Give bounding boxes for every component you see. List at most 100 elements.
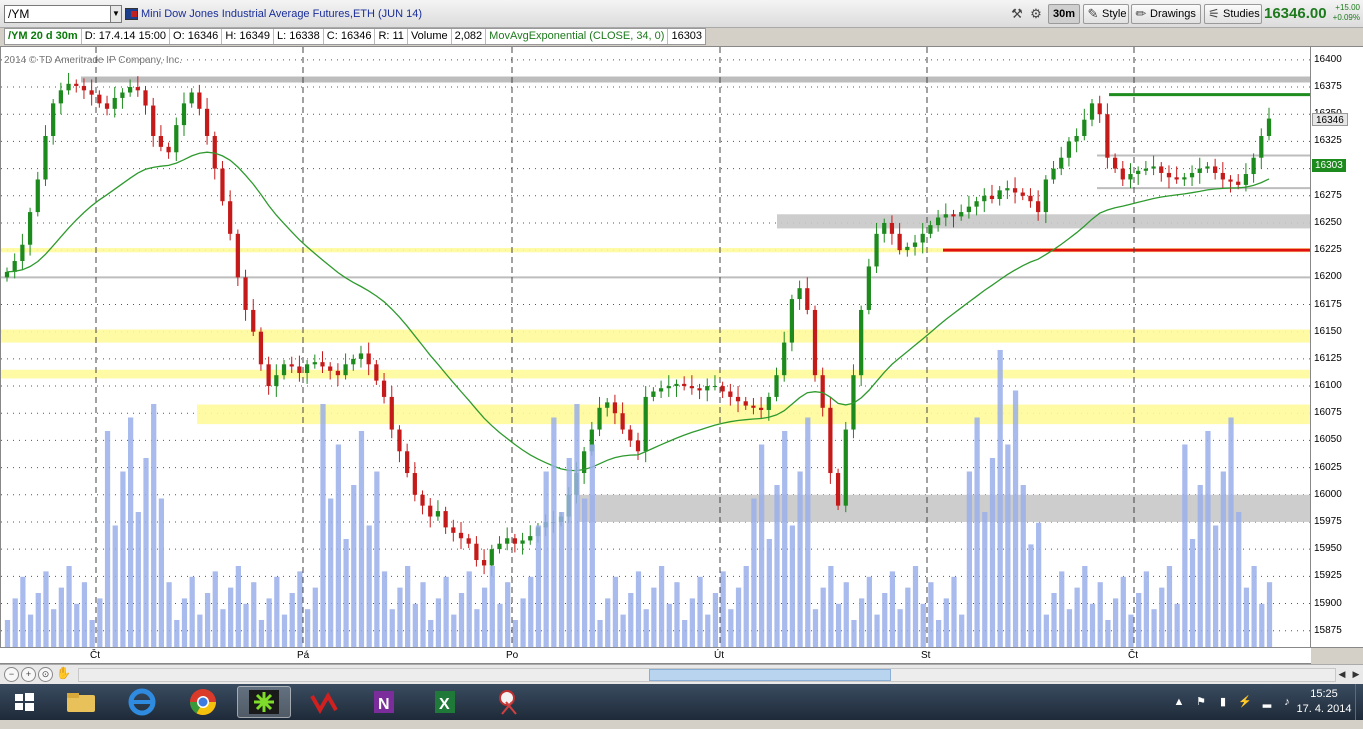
candle-body	[874, 233, 879, 267]
last-price-tag: 16346	[1312, 112, 1348, 126]
crosshair-tool-icon[interactable]: ⚒	[1008, 5, 1026, 23]
volume-bar	[1259, 603, 1265, 647]
volume-bar	[481, 587, 488, 647]
zoom-reset-icon[interactable]: ⊙	[38, 667, 53, 682]
volume-bar	[505, 582, 511, 647]
tray-expand-icon[interactable]: ▲	[1172, 695, 1186, 709]
ema-price-tag: 16303	[1312, 159, 1346, 173]
taskbar-file-explorer[interactable]	[54, 686, 108, 718]
candle-body	[489, 549, 494, 566]
candle-body	[928, 225, 933, 234]
volume-bar	[728, 609, 734, 647]
network-icon[interactable]: ▮	[1216, 695, 1230, 709]
taskbar-broker-app[interactable]	[298, 686, 352, 718]
change-abs: +15.00	[1335, 3, 1360, 12]
taskbar-internet-explorer[interactable]	[115, 686, 169, 718]
start-button[interactable]	[0, 684, 48, 720]
candle-body	[281, 364, 287, 376]
candle-body	[866, 266, 871, 310]
volume-bar	[35, 593, 41, 647]
drawings-label: Drawings	[1150, 8, 1196, 20]
candle-body	[112, 97, 117, 109]
pan-hand-icon[interactable]: ✋	[56, 667, 71, 682]
yellow-zone	[1, 329, 1310, 343]
candle-body	[1236, 181, 1241, 185]
candle-body	[705, 386, 710, 391]
signal-icon[interactable]: ▂	[1260, 695, 1274, 709]
symbol-input[interactable]: /YM	[4, 5, 112, 23]
price-tick-label: 16175	[1314, 298, 1342, 310]
volume-bar	[489, 566, 495, 647]
candle-body	[889, 222, 895, 234]
price-tick-label: 16000	[1314, 488, 1342, 500]
candle-body	[712, 386, 718, 388]
candle-body	[297, 366, 302, 374]
volume-bar	[297, 571, 303, 647]
candle-body	[1251, 157, 1256, 175]
price-chart[interactable]	[0, 46, 1311, 648]
power-icon[interactable]: ⚡	[1238, 695, 1252, 709]
candle-body	[143, 90, 148, 106]
price-axis[interactable]: 1640016375163501632516300162751625016225…	[1311, 46, 1363, 648]
candle-body	[805, 288, 810, 310]
volume-bar	[112, 525, 118, 647]
candle-body	[859, 309, 864, 376]
candle-body	[220, 168, 225, 202]
candle-body	[1066, 141, 1072, 158]
volume-bar	[1028, 544, 1034, 647]
bar-low: L: 16338	[274, 29, 324, 44]
action-center-flag-icon[interactable]: ⚑	[1194, 695, 1208, 709]
ohlc-info-bar: /YM 20 d 30m D: 17.4.14 15:00 O: 16346 H…	[4, 28, 707, 45]
volume-bar	[812, 609, 819, 647]
volume-bar	[197, 614, 203, 647]
candle-body	[635, 440, 641, 452]
volume-bar	[358, 431, 365, 647]
zoom-out-icon[interactable]: −	[4, 667, 19, 682]
symbol-dropdown-button[interactable]: ▼	[110, 5, 122, 23]
volume-icon[interactable]: ♪	[1280, 695, 1294, 709]
volume-bar	[51, 609, 57, 647]
chart-title: /YM 20 d 30m	[5, 29, 82, 44]
volume-bar	[912, 566, 919, 647]
interval-button[interactable]: 30m	[1048, 4, 1081, 24]
candle-body	[982, 195, 987, 202]
taskbar-excel[interactable]: X	[419, 686, 473, 718]
volume-bar	[97, 598, 103, 647]
scroll-left-arrow[interactable]: ◀	[1335, 668, 1349, 682]
candle-body	[1205, 166, 1210, 169]
scrollbar-thumb[interactable]	[649, 669, 891, 681]
taskbar-clock[interactable]: 15:25 17. 4. 2014	[1296, 687, 1352, 717]
settings-tool-icon[interactable]: ⚙	[1027, 5, 1045, 23]
zoom-in-icon[interactable]: +	[21, 667, 36, 682]
candle-body	[743, 401, 748, 406]
taskbar-onenote[interactable]: N	[358, 686, 412, 718]
taskbar-chrome[interactable]	[176, 686, 230, 718]
bar-range: R: 11	[375, 29, 408, 44]
volume-bar	[320, 404, 326, 647]
volume-bar	[543, 471, 549, 647]
volume-bar	[859, 598, 865, 647]
candle-body	[381, 380, 387, 397]
volume-bar	[74, 603, 80, 647]
candle-body	[820, 375, 825, 408]
volume-bar	[335, 444, 342, 647]
taskbar-snipping-tool[interactable]	[484, 686, 538, 718]
volume-bar	[882, 593, 888, 647]
candle-body	[497, 543, 502, 550]
candle-body	[389, 396, 394, 430]
volume-bar	[258, 620, 265, 647]
style-label: Style	[1102, 8, 1127, 20]
scroll-right-arrow[interactable]: ▶	[1349, 668, 1363, 682]
taskbar-thinkorswim[interactable]	[237, 686, 291, 718]
candle-body	[620, 413, 625, 430]
chart-canvas[interactable]	[1, 47, 1311, 648]
time-axis[interactable]: Čt Pá Po Út St Čt	[0, 648, 1311, 664]
horizontal-scrollbar[interactable]	[78, 668, 1336, 682]
clock-date: 17. 4. 2014	[1296, 703, 1352, 715]
volume-bar	[1197, 485, 1203, 647]
candle-body	[774, 375, 779, 397]
candle-body	[674, 383, 679, 387]
candle-body	[935, 217, 941, 226]
show-desktop-button[interactable]	[1355, 684, 1363, 720]
candle-body	[612, 402, 618, 414]
